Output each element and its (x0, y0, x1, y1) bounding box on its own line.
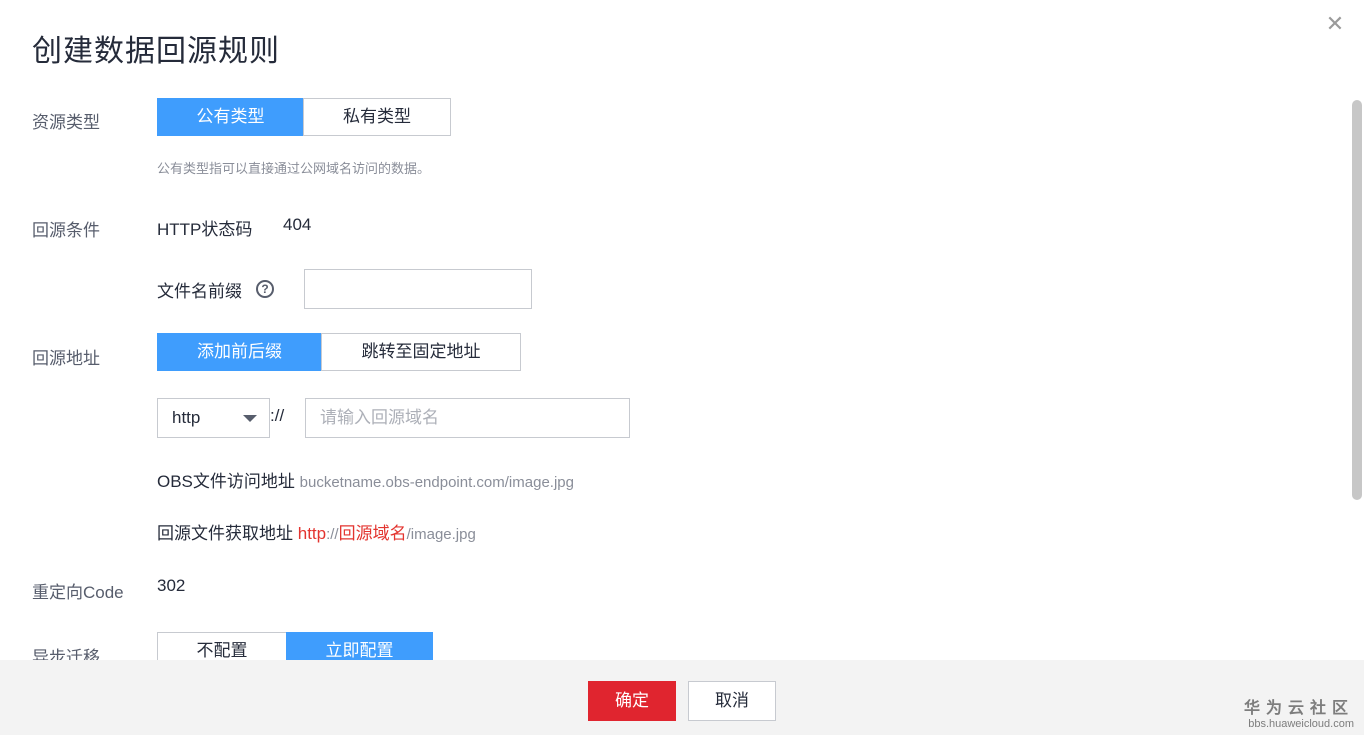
chevron-down-icon (243, 415, 257, 422)
resource-type-public-button[interactable]: 公有类型 (157, 98, 304, 136)
resource-type-hint: 公有类型指可以直接通过公网域名访问的数据。 (157, 161, 431, 176)
async-not-configure-button[interactable]: 不配置 (157, 632, 287, 660)
close-icon[interactable]: ✕ (1325, 12, 1345, 36)
fetch-example-separator: :// (326, 526, 339, 543)
origin-domain-input[interactable] (305, 398, 630, 438)
fetch-file-address: 回源文件获取地址 http://回源域名/image.jpg (157, 519, 476, 544)
resource-type-label: 资源类型 (32, 113, 100, 132)
http-status-label: HTTP状态码 (157, 220, 253, 239)
dialog-body[interactable]: 资源类型 公有类型 私有类型 公有类型指可以直接通过公网域名访问的数据。 回源条… (0, 80, 1364, 660)
watermark: 华为云社区 bbs.huaweicloud.com (1230, 694, 1354, 730)
file-prefix-label: 文件名前缀 (157, 282, 242, 301)
cancel-button[interactable]: 取消 (688, 681, 776, 721)
fetch-example-protocol: http (297, 524, 327, 543)
dialog-scrollbar[interactable] (1352, 100, 1362, 500)
obs-access-address: OBS文件访问地址 bucketname.obs-endpoint.com/im… (157, 467, 574, 492)
watermark-url: bbs.huaweicloud.com (1248, 718, 1354, 730)
protocol-select-value: http (172, 408, 201, 427)
protocol-separator: :// (270, 406, 285, 425)
watermark-logo-text: 华为云社区 (1243, 700, 1354, 717)
fetch-file-label: 回源文件获取地址 (157, 524, 293, 543)
protocol-select[interactable]: http (157, 398, 270, 438)
origin-condition-label: 回源条件 (32, 221, 100, 240)
question-circle-icon[interactable]: ? (256, 280, 274, 298)
file-prefix-input[interactable] (304, 269, 532, 309)
origin-address-label: 回源地址 (32, 349, 100, 368)
fetch-example-path: /image.jpg (406, 526, 476, 543)
redirect-code-value: 302 (157, 576, 186, 595)
obs-access-label: OBS文件访问地址 (157, 472, 295, 491)
redirect-code-label: 重定向Code (32, 583, 124, 602)
http-status-value: 404 (283, 215, 312, 234)
dialog-footer: 确定 取消 (0, 660, 1364, 735)
resource-type-private-button[interactable]: 私有类型 (303, 98, 451, 136)
create-origin-rule-dialog: 创建数据回源规则 ✕ 资源类型 公有类型 私有类型 公有类型指可以直接通过公网域… (0, 0, 1364, 735)
fetch-example-domain: 回源域名 (338, 524, 407, 543)
obs-access-example: bucketname.obs-endpoint.com/image.jpg (299, 474, 574, 491)
async-migration-label: 异步迁移 (32, 648, 100, 660)
redirect-fixed-address-button[interactable]: 跳转至固定地址 (321, 333, 521, 371)
confirm-button[interactable]: 确定 (588, 681, 676, 721)
add-prefix-suffix-button[interactable]: 添加前后缀 (157, 333, 322, 371)
dialog-title: 创建数据回源规则 (32, 35, 280, 68)
async-configure-now-button[interactable]: 立即配置 (286, 632, 433, 660)
